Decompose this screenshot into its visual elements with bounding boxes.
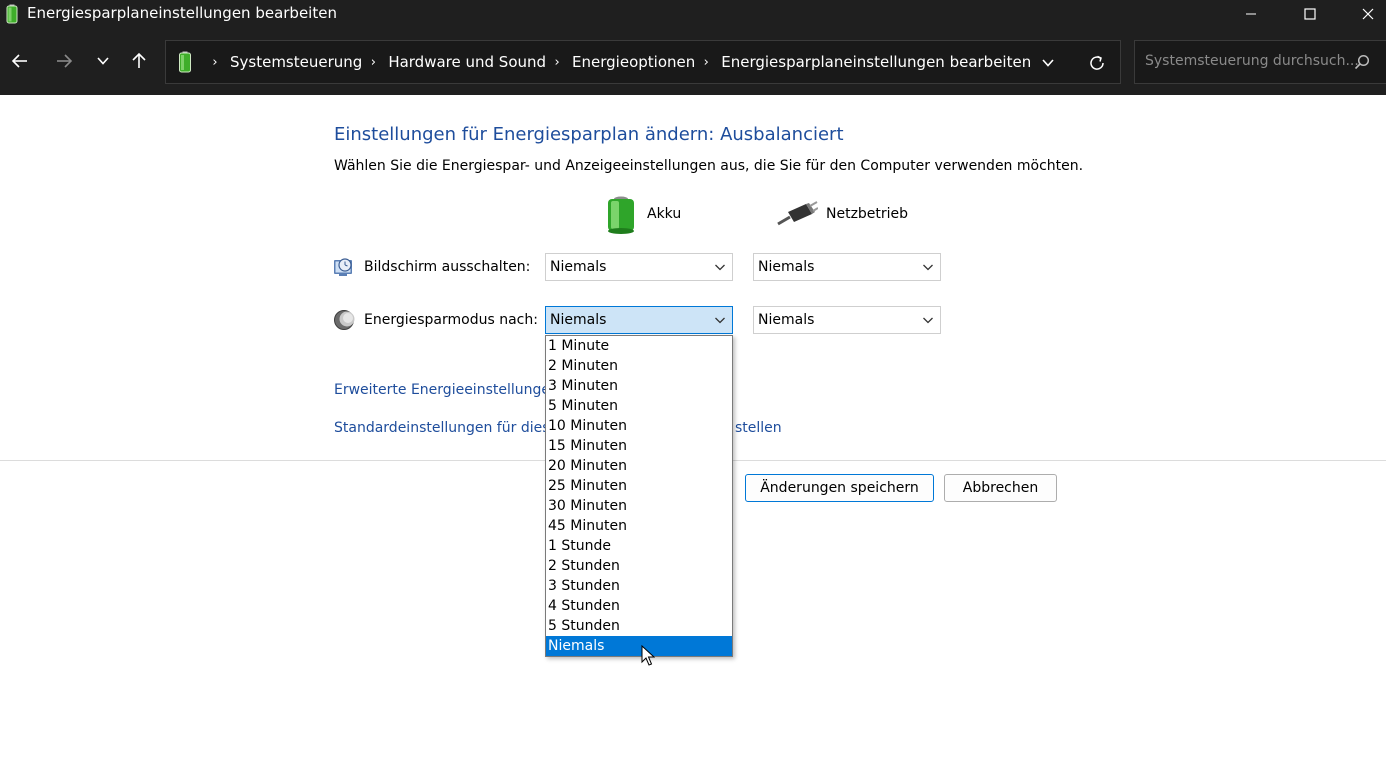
dropdown-option[interactable]: 3 Stunden [546,576,732,596]
address-history-button[interactable] [1036,51,1060,75]
cancel-button[interactable]: Abbrechen [944,474,1057,502]
dropdown-option[interactable]: 45 Minuten [546,516,732,536]
dropdown-option[interactable]: 20 Minuten [546,456,732,476]
arrow-right-icon [57,54,73,68]
dropdown-option[interactable]: 30 Minuten [546,496,732,516]
display-battery-value: Niemals [550,259,607,275]
breadcrumb-item[interactable]: Energiesparplaneinstellungen bearbeiten [721,53,1031,71]
dropdown-option[interactable]: 5 Stunden [546,616,732,636]
breadcrumb-separator-icon[interactable]: › [700,55,712,70]
maximize-icon [1304,8,1316,20]
breadcrumb-item[interactable]: Energieoptionen [572,53,695,71]
refresh-button[interactable] [1084,50,1110,76]
dropdown-option[interactable]: 1 Minute [546,336,732,356]
chevron-down-icon [1042,59,1054,67]
breadcrumb-separator-icon[interactable]: › [367,55,379,70]
sleep-plugged-value: Niemals [758,312,815,328]
chevron-down-icon [97,57,109,65]
dropdown-option[interactable]: 2 Stunden [546,556,732,576]
search-placeholder: Systemsteuerung durchsuch... [1145,53,1359,69]
dropdown-option[interactable]: 4 Stunden [546,596,732,616]
forward-button[interactable] [49,46,79,76]
dropdown-option[interactable]: 3 Minuten [546,376,732,396]
breadcrumb-separator-icon[interactable]: › [551,55,563,70]
breadcrumb-separator-icon: › [212,54,218,70]
restore-defaults-link[interactable]: Standardeinstellungen für diese [334,420,558,436]
breadcrumb: › Systemsteuerung › Hardware und Sound ›… [204,41,1031,83]
arrow-up-icon [132,52,146,68]
back-button[interactable] [5,46,35,76]
recent-locations-button[interactable] [88,46,118,76]
breadcrumb-item[interactable]: Hardware und Sound [388,53,546,71]
up-button[interactable] [124,46,154,76]
restore-defaults-link-start[interactable]: Standardeinstellungen für diese [334,420,558,436]
dropdown-option[interactable]: 10 Minuten [546,416,732,436]
page-title: Einstellungen für Energiesparplan ändern… [334,124,844,145]
dropdown-option[interactable]: 25 Minuten [546,476,732,496]
dropdown-option-selected[interactable]: Niemals [546,636,732,656]
chevron-down-icon [715,317,725,324]
title-bar: Energiesparplaneinstellungen bearbeiten [0,0,1386,28]
window-title: Energiesparplaneinstellungen bearbeiten [27,4,337,22]
display-plugged-value: Niemals [758,259,815,275]
mouse-cursor-icon [641,645,655,666]
minimize-icon [1246,13,1256,15]
chevron-down-icon [923,264,933,271]
sleep-battery-select[interactable]: Niemals [545,306,733,334]
save-button[interactable]: Änderungen speichern [745,474,934,502]
plugged-column-label: Netzbetrieb [826,206,909,222]
chevron-down-icon [923,317,933,324]
sleep-label: Energiesparmodus nach: [364,312,538,328]
refresh-icon [1090,55,1104,70]
battery-icon [608,196,634,234]
power-plug-icon [777,201,818,226]
display-off-label: Bildschirm ausschalten: [364,259,531,275]
minimize-button[interactable] [1223,0,1279,28]
dropdown-option[interactable]: 5 Minuten [546,396,732,416]
navigation-bar: › Systemsteuerung › Hardware und Sound ›… [0,28,1386,95]
display-plugged-select[interactable]: Niemals [753,253,941,281]
search-input[interactable]: Systemsteuerung durchsuch... [1134,40,1386,84]
advanced-settings-link[interactable]: Erweiterte Energieeinstellungen [334,382,559,398]
moon-icon [334,310,355,330]
battery-icon [6,4,18,24]
search-icon[interactable] [1353,53,1371,71]
close-button[interactable] [1340,0,1386,28]
close-icon [1362,8,1374,20]
sleep-plugged-select[interactable]: Niemals [753,306,941,334]
dropdown-option[interactable]: 1 Stunde [546,536,732,556]
address-bar[interactable]: › Systemsteuerung › Hardware und Sound ›… [165,40,1121,84]
arrow-left-icon [11,54,27,68]
chevron-down-icon [715,264,725,271]
maximize-button[interactable] [1282,0,1338,28]
restore-defaults-link-end[interactable]: stellen [735,420,782,436]
monitor-clock-icon [334,258,352,276]
page-description: Wählen Sie die Energiespar- und Anzeigee… [334,158,1084,174]
battery-column-label: Akku [647,206,682,222]
sleep-battery-value: Niemals [550,312,607,328]
dropdown-option[interactable]: 15 Minuten [546,436,732,456]
battery-icon [179,51,191,73]
display-battery-select[interactable]: Niemals [545,253,733,281]
breadcrumb-item[interactable]: Systemsteuerung [230,53,362,71]
dropdown-option[interactable]: 2 Minuten [546,356,732,376]
sleep-dropdown-list: 1 Minute 2 Minuten 3 Minuten 5 Minuten 1… [545,335,733,657]
